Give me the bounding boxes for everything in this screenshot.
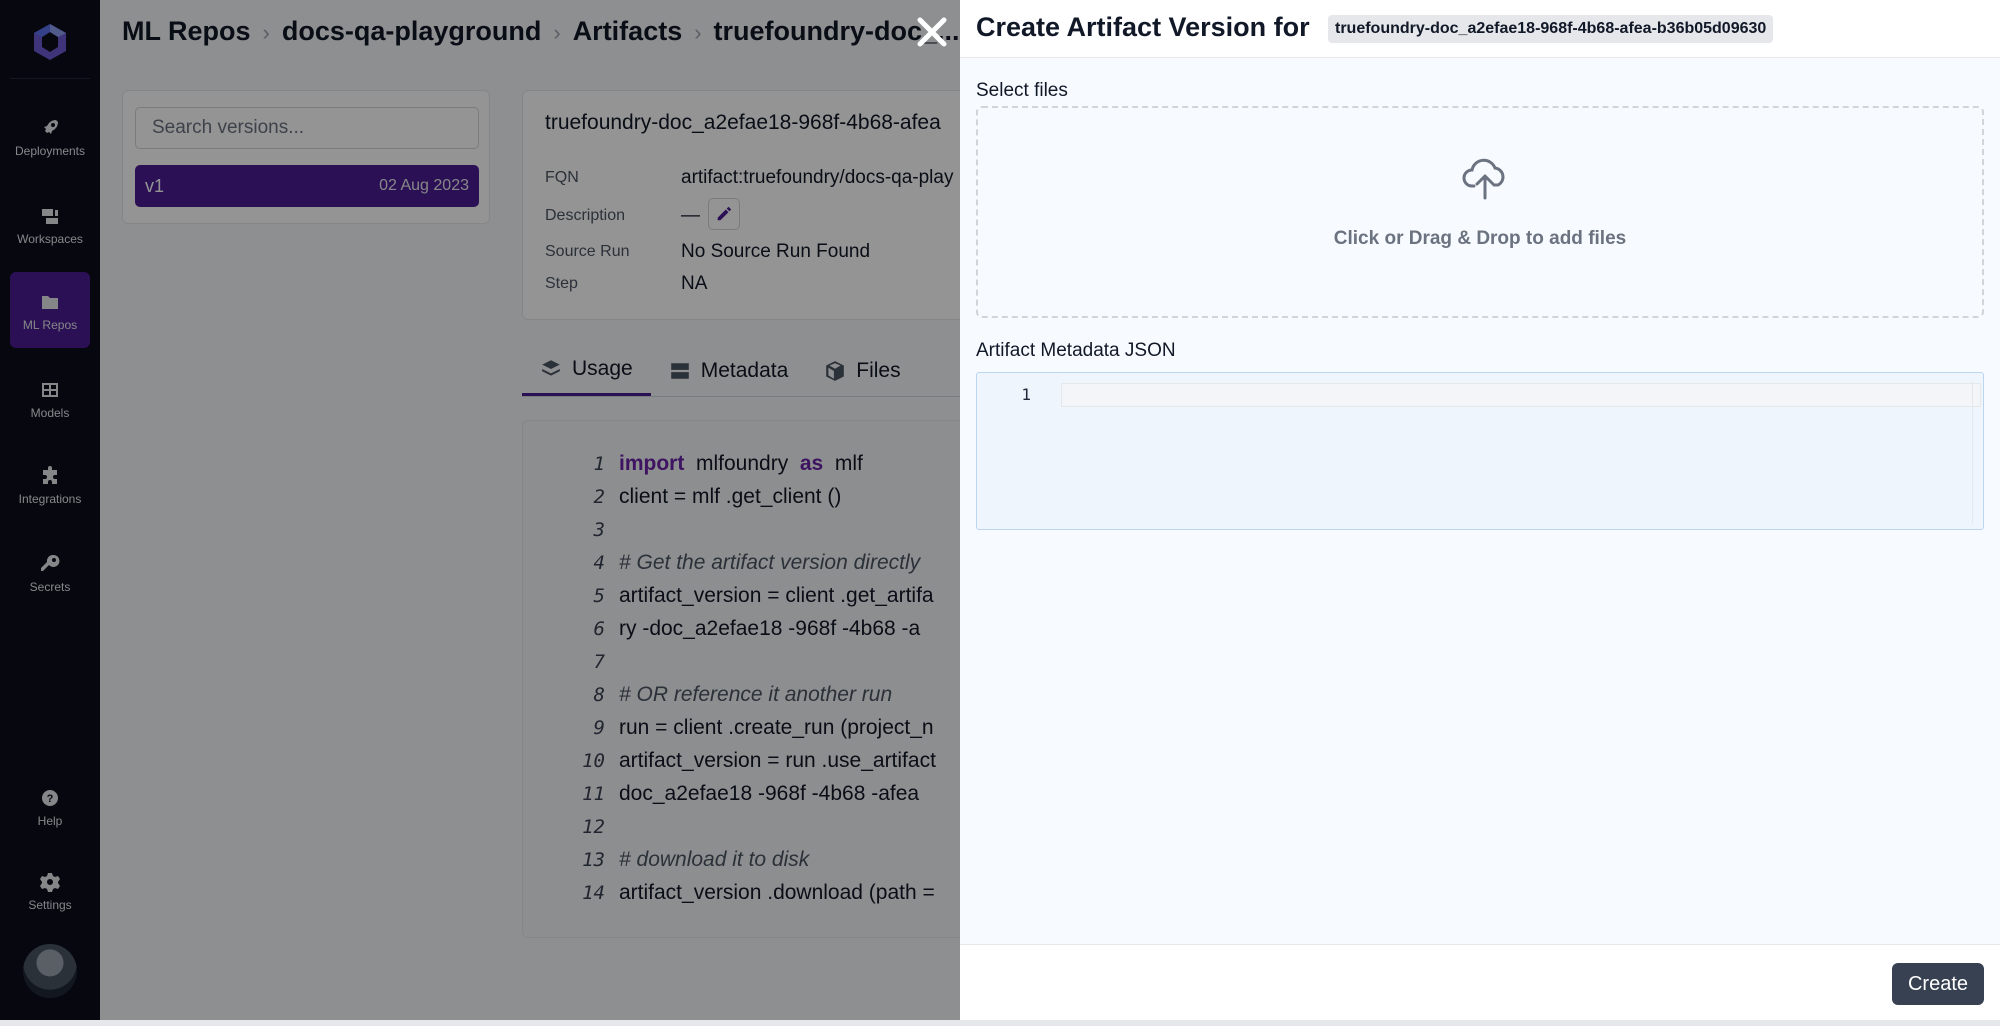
close-icon[interactable]	[914, 14, 950, 50]
create-button[interactable]: Create	[1892, 963, 1984, 1005]
editor-scrollbar[interactable]	[1972, 381, 1973, 523]
select-files-label: Select files	[976, 80, 1068, 101]
horizontal-scrollbar[interactable]	[0, 1020, 2000, 1026]
editor-current-line[interactable]	[1061, 383, 1981, 407]
drawer-title: Create Artifact Version for	[976, 12, 1310, 42]
cloud-upload-icon	[1462, 158, 1505, 200]
editor-line-number: 1	[1021, 385, 1031, 404]
metadata-json-label: Artifact Metadata JSON	[976, 340, 1176, 361]
create-artifact-drawer: Create Artifact Version for truefoundry-…	[960, 0, 2000, 1020]
modal-backdrop[interactable]	[0, 0, 960, 1020]
drawer-header: Create Artifact Version for truefoundry-…	[960, 0, 2000, 58]
artifact-name-chip: truefoundry-doc_a2efae18-968f-4b68-afea-…	[1328, 15, 1774, 43]
drawer-footer: Create	[960, 944, 2000, 1020]
dropzone-text: Click or Drag & Drop to add files	[1333, 228, 1627, 249]
file-dropzone[interactable]: Click or Drag & Drop to add files	[976, 106, 1984, 318]
metadata-json-editor[interactable]: 1	[976, 372, 1984, 530]
